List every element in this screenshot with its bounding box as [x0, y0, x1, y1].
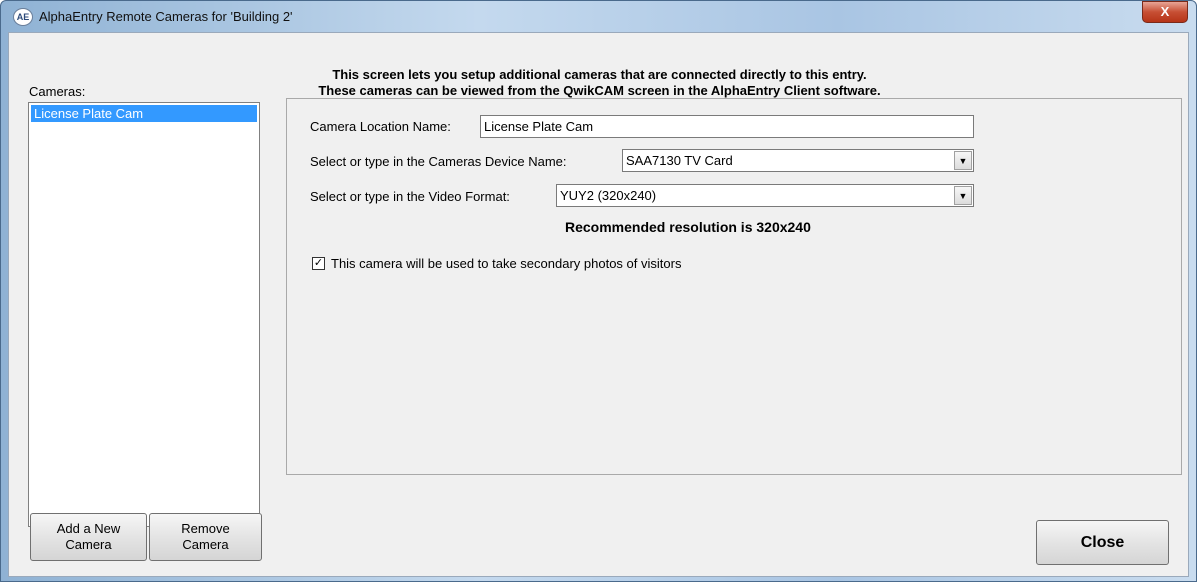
window-title: AlphaEntry Remote Cameras for 'Building …: [39, 9, 293, 24]
format-label: Select or type in the Video Format:: [310, 189, 510, 204]
device-name-combo[interactable]: SAA7130 TV Card ▼: [622, 149, 974, 172]
recommended-resolution-text: Recommended resolution is 320x240: [565, 219, 811, 235]
remove-camera-label-1: Remove: [181, 521, 230, 536]
window-close-button[interactable]: X: [1142, 1, 1188, 23]
add-camera-label-1: Add a New: [56, 521, 121, 536]
header-line-1: This screen lets you setup additional ca…: [332, 67, 867, 82]
camera-settings-panel: Camera Location Name: License Plate Cam …: [286, 98, 1182, 475]
title-bar[interactable]: AE AlphaEntry Remote Cameras for 'Buildi…: [1, 1, 1196, 32]
remove-camera-button[interactable]: Remove Camera: [149, 513, 262, 561]
close-button[interactable]: Close: [1036, 520, 1169, 565]
video-format-combo[interactable]: YUY2 (320x240) ▼: [556, 184, 974, 207]
secondary-photos-checkbox[interactable]: ✓: [312, 257, 325, 270]
location-name-field[interactable]: License Plate Cam: [480, 115, 974, 138]
dialog-body: This screen lets you setup additional ca…: [8, 32, 1189, 577]
add-camera-label-2: Camera: [65, 537, 112, 552]
device-label: Select or type in the Cameras Device Nam…: [310, 154, 567, 169]
camera-list[interactable]: License Plate Cam: [28, 102, 260, 527]
app-icon: AE: [13, 8, 33, 26]
location-label: Camera Location Name:: [310, 119, 451, 134]
header-text: This screen lets you setup additional ca…: [9, 67, 1190, 99]
camera-list-item[interactable]: License Plate Cam: [31, 105, 257, 122]
secondary-photos-label: This camera will be used to take seconda…: [331, 256, 682, 271]
cameras-label: Cameras:: [29, 84, 86, 99]
device-name-value: SAA7130 TV Card: [626, 153, 733, 168]
video-format-value: YUY2 (320x240): [560, 188, 657, 203]
header-line-2: These cameras can be viewed from the Qwi…: [318, 83, 881, 98]
remove-camera-label-2: Camera: [182, 537, 229, 552]
dialog-window: AE AlphaEntry Remote Cameras for 'Buildi…: [0, 0, 1197, 582]
chevron-down-icon[interactable]: ▼: [954, 151, 972, 170]
chevron-down-icon[interactable]: ▼: [954, 186, 972, 205]
add-camera-button[interactable]: Add a New Camera: [30, 513, 147, 561]
